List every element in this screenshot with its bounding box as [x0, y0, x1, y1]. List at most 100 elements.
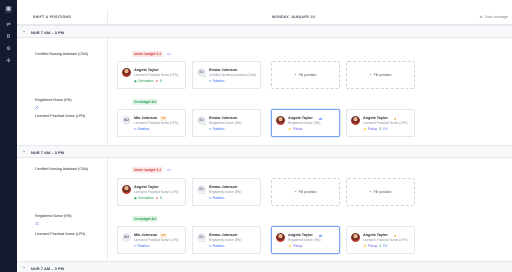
coverage-label: Total coverage	[484, 15, 508, 19]
staff-name: Angela Taylor	[363, 233, 388, 237]
pickup-tag: ⚡ Pickup	[363, 244, 378, 248]
chevron-down-icon[interactable]: ⌄	[22, 29, 26, 34]
bold-b-icon[interactable]: B	[5, 34, 12, 41]
staff-card[interactable]: MJ Mia Johnson OT Licensed Practical Nur…	[117, 226, 186, 254]
coverage-toggle[interactable]: ⇌ Total coverage	[480, 15, 508, 19]
online-indicator	[203, 240, 206, 243]
fill-position-button[interactable]: + Fill position	[346, 61, 415, 89]
fill-position-button[interactable]: + Fill position	[346, 178, 415, 206]
nav-rail: ▦ ⇌ B ⚙ ✣	[0, 0, 17, 272]
column-divider	[107, 10, 108, 272]
staff-card[interactable]: Angela Taylor Licensed Practical Nurse (…	[117, 61, 186, 89]
avatar	[122, 185, 131, 194]
shift-label: NUR 7 AM – 3 PM	[31, 150, 64, 155]
role-label-rn: Registered Nurse (RN)	[35, 214, 72, 218]
staff-name: Emma Johnson	[209, 68, 238, 72]
rotation-tag: ↻ Rotation	[209, 196, 225, 200]
dollar-icon: $	[160, 196, 162, 200]
chevron-down-icon[interactable]: ⌄	[22, 265, 26, 270]
shift-label: NUR 7 AM – 3 PM	[31, 266, 64, 271]
staff-role: Licensed Practical Nurse (LPN)	[134, 73, 179, 77]
dollar-icon: $	[379, 244, 382, 248]
staff-role: Registered Nurse (RN)	[209, 121, 242, 125]
staff-name: Angela Taylor	[363, 116, 388, 120]
orientation-tag: ▣ Orientation	[134, 196, 154, 200]
staff-name: Emma Johnson	[209, 116, 238, 120]
staff-name: Angela Taylor	[134, 185, 159, 189]
role-label-rn: Registered Nurse (RN)	[35, 98, 72, 102]
staff-role: Licensed Practical Nurse (LPN)	[363, 121, 408, 125]
calendar-icon[interactable]: ▦	[5, 6, 12, 13]
shift-label: NUR 7 AM – 3 PM	[31, 30, 64, 35]
status-badge: Under budget 2.4	[132, 51, 163, 57]
staff-role: Registered Nurse (RN)	[209, 190, 242, 194]
overtime-badge: OT	[160, 115, 168, 121]
role-label-lpn: Licensed Practical Nurse (LPN)	[35, 232, 86, 236]
shift-header[interactable]: ⌄ NUR 7 AM – 3 PM	[17, 261, 512, 272]
plus-icon: +	[294, 73, 297, 77]
extra-tag: EX	[383, 244, 388, 248]
role-label-lpn: Licensed Practical Nurse (LPN)	[35, 114, 86, 118]
chevron-down-icon[interactable]: ⌄	[22, 149, 26, 154]
date-header: MONDAY, JANUARY 23	[272, 15, 316, 19]
role-label-cna: Certified Nursing Assistant (CNA)	[35, 167, 89, 171]
plus-icon: +	[369, 190, 372, 194]
sliders-icon[interactable]: ⇌	[5, 22, 12, 29]
rotation-tag: ↻ Rotation	[209, 79, 225, 83]
online-indicator	[203, 75, 206, 78]
staff-name: Angela Taylor	[288, 116, 313, 120]
staff-role: Licensed Practical Nurse (LPN)	[134, 190, 179, 194]
staff-name: Angela Taylor	[134, 68, 159, 72]
gear-icon[interactable]: ⚙	[5, 46, 12, 53]
orientation-tag: ▣ Orientation	[134, 79, 154, 83]
staff-card-selected[interactable]: Angela Taylor ⇄ Registered Nurse (RN) ⚡ …	[271, 226, 340, 254]
staff-role: Licensed Practical Nurse (LPN)	[363, 238, 408, 242]
staff-role: Certified Nursing Assistant (CNA)	[209, 73, 257, 77]
avatar	[351, 116, 360, 125]
shift-header[interactable]: ⌄ NUR 7 AM – 3 PM	[17, 145, 512, 158]
plus-icon: +	[294, 190, 297, 194]
staff-name: Mia Johnson	[134, 233, 158, 237]
dollar-icon: $	[379, 127, 382, 131]
avatar: MJ	[122, 116, 131, 125]
swap-icon[interactable]: ⤮	[35, 105, 38, 110]
users-icon[interactable]: ✣	[5, 58, 12, 65]
avatar	[276, 116, 285, 125]
schedule-grid: SHIFT & POSITIONS MONDAY, JANUARY 23 ⇌ T…	[17, 0, 512, 272]
staff-name: Mia Johnson	[134, 116, 158, 120]
fill-position-button[interactable]: + Fill position	[271, 178, 340, 206]
status-badge: Under budget 2.4	[132, 167, 163, 173]
status-badge: On budget 4/4	[132, 216, 158, 222]
staff-card[interactable]: MJ Mia Johnson OT Licensed Practical Nur…	[117, 109, 186, 137]
fill-position-button[interactable]: + Fill position	[271, 61, 340, 89]
plus-icon: +	[369, 73, 372, 77]
staff-card[interactable]: EJ Emma Johnson Registered Nurse (RN) ↻ …	[192, 109, 261, 137]
staff-card[interactable]: EJ Emma Johnson Certified Nursing Assist…	[192, 61, 261, 89]
avatar	[122, 68, 131, 77]
shift-positions-header: SHIFT & POSITIONS	[33, 15, 71, 19]
pickup-tag: ⚡ Pickup	[288, 127, 303, 131]
schedule-header: SHIFT & POSITIONS MONDAY, JANUARY 23 ⇌ T…	[17, 10, 512, 25]
extra-tag: EX	[383, 127, 388, 131]
shift-header[interactable]: ⌄ NUR 7 AM – 3 PM	[17, 25, 512, 38]
pickup-tag: ⚡ Pickup	[363, 127, 378, 131]
staff-card-selected[interactable]: Angela Taylor ⇄ Registered Nurse (RN) ⚡ …	[271, 109, 340, 137]
block-icon: ⊗	[155, 79, 159, 83]
rotation-tag: ↻ Rotation	[209, 127, 225, 131]
staff-card[interactable]: Angela Taylor ● Licensed Practical Nurse…	[346, 226, 415, 254]
staff-card[interactable]: Angela Taylor ● Licensed Practical Nurse…	[346, 109, 415, 137]
staff-name: Emma Johnson	[209, 233, 238, 237]
staff-role: Registered Nurse (RN)	[288, 121, 321, 125]
pickup-tag: ⚡ Pickup	[288, 244, 303, 248]
staff-card[interactable]: EJ Emma Johnson Registered Nurse (RN) ↻ …	[192, 178, 261, 206]
avatar	[276, 233, 285, 242]
staff-card[interactable]: EJ Emma Johnson Registered Nurse (RN) ↻ …	[192, 226, 261, 254]
avatar	[351, 233, 360, 242]
chat-icon[interactable]: ▭	[167, 51, 171, 56]
staff-card[interactable]: Angela Taylor Licensed Practical Nurse (…	[117, 178, 186, 206]
swap-icon[interactable]: ⤮	[35, 221, 38, 226]
dollar-icon: $	[160, 79, 162, 83]
staff-name: Emma Johnson	[209, 185, 238, 189]
chat-icon[interactable]: ▭	[167, 167, 171, 172]
staff-name: Angela Taylor	[288, 233, 313, 237]
